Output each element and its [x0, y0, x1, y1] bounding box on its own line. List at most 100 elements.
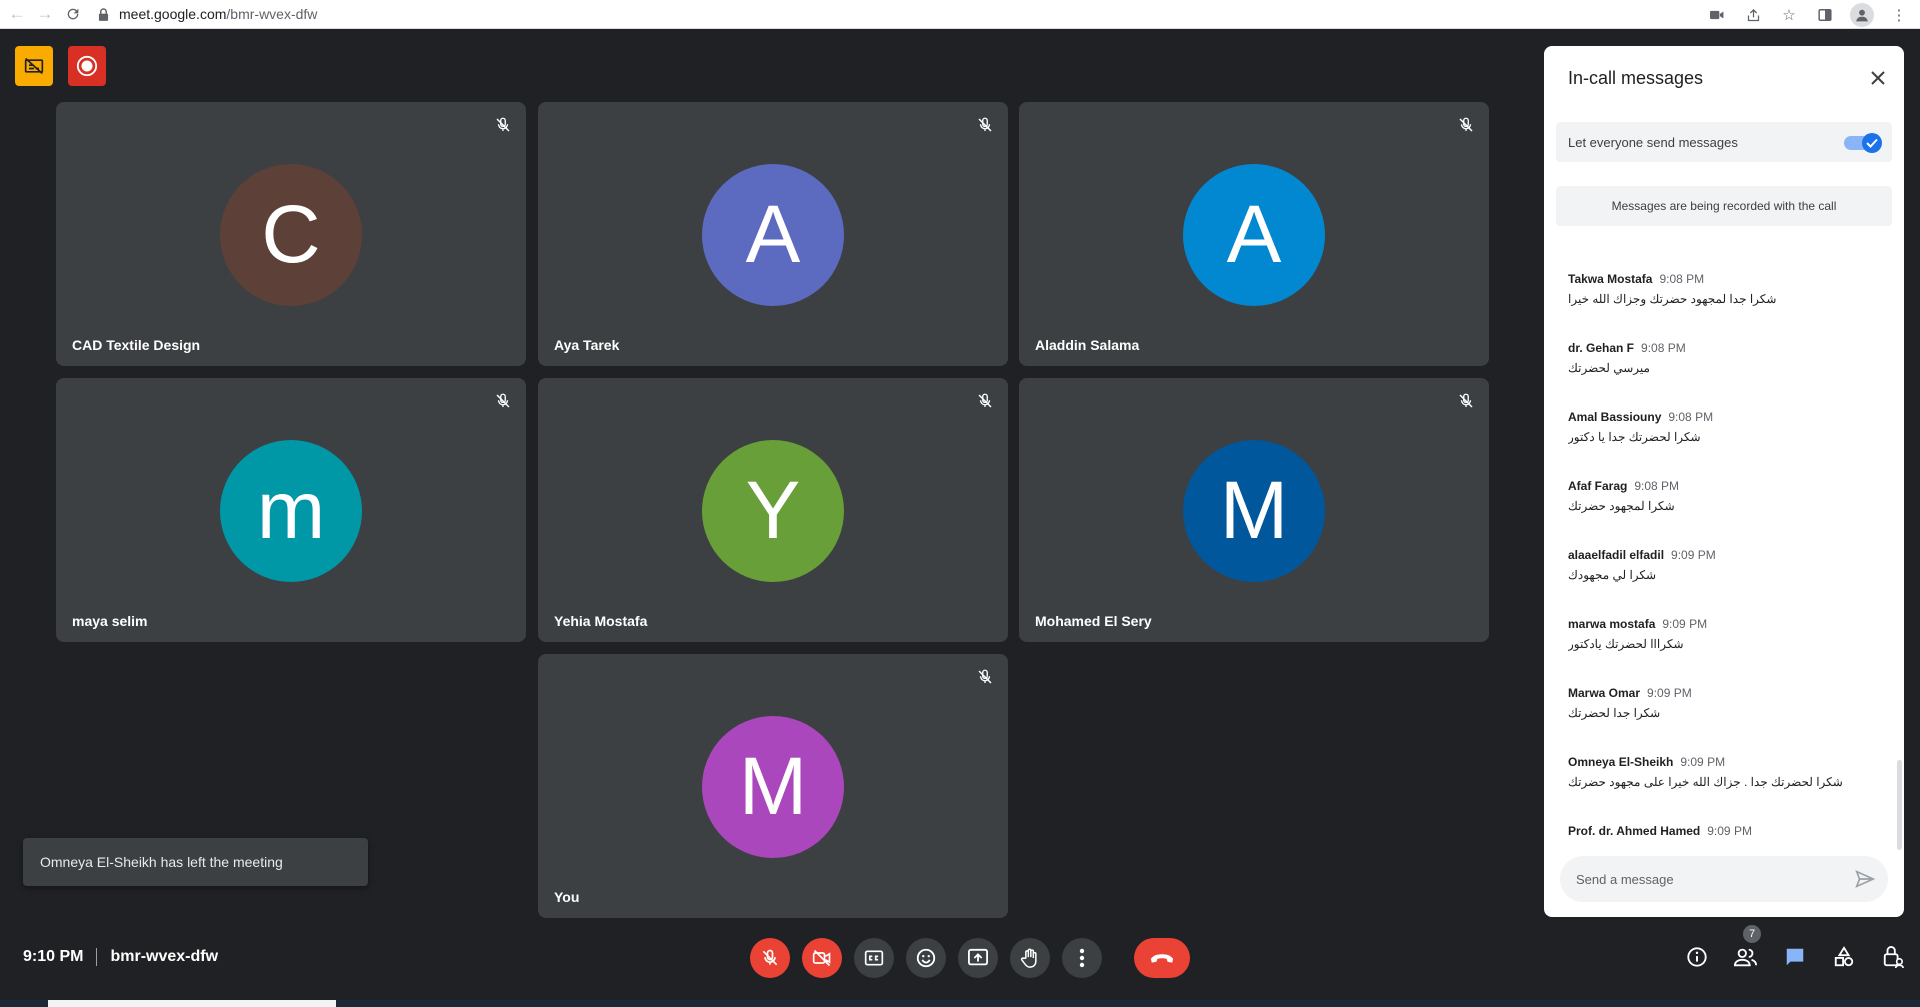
- participant-tile[interactable]: M Mohamed El Sery: [1019, 378, 1489, 642]
- message-text: شكرا جدا لحضرتك: [1568, 706, 1661, 720]
- chat-button[interactable]: [1782, 944, 1808, 970]
- notification-toast: Omneya El-Sheikh has left the meeting: [23, 838, 368, 886]
- self-tile[interactable]: M You: [538, 654, 1008, 918]
- message-text: شكرا لمجهود حضرتك: [1568, 499, 1675, 513]
- forward-arrow-icon[interactable]: →: [34, 3, 56, 25]
- share-icon[interactable]: [1742, 4, 1764, 26]
- avatar: A: [702, 164, 844, 306]
- camera-toggle-button[interactable]: [802, 938, 842, 978]
- meeting-tools: 7: [1684, 925, 1906, 970]
- mic-off-icon: [496, 117, 510, 132]
- mic-off-icon: [1459, 393, 1473, 408]
- close-panel-button[interactable]: [1866, 66, 1890, 90]
- message-header: Afaf Farag 9:08 PM: [1568, 479, 1888, 493]
- reload-icon[interactable]: [62, 3, 84, 25]
- avatar: C: [220, 164, 362, 306]
- call-controls: [750, 938, 1202, 978]
- activities-icon: [1834, 946, 1854, 967]
- message-sender: Afaf Farag: [1568, 479, 1628, 493]
- participant-tile[interactable]: A Aya Tarek: [538, 102, 1008, 366]
- more-vert-icon: [1079, 948, 1085, 968]
- close-icon: [1871, 71, 1885, 85]
- participant-tile[interactable]: C CAD Textile Design: [56, 102, 526, 366]
- meeting-details-button[interactable]: [1684, 944, 1710, 970]
- participant-count-badge: 7: [1743, 925, 1761, 943]
- message-text: شكرا لحضرتك جدا . جزاك الله خيرا على مجه…: [1568, 775, 1843, 789]
- profile-icon[interactable]: [1850, 3, 1874, 27]
- avatar: Y: [702, 440, 844, 582]
- message-list-scrollbar[interactable]: [1897, 760, 1902, 850]
- list-item: Amal Bassiouny 9:08 PM شكرا لحضرتك جدا يا…: [1568, 410, 1888, 479]
- list-item: dr. Gehan F 9:08 PM ميرسي لحضرتك: [1568, 341, 1888, 410]
- message-time: 9:09 PM: [1647, 686, 1692, 700]
- avatar: M: [702, 716, 844, 858]
- message-time: 9:08 PM: [1634, 479, 1680, 493]
- activities-button[interactable]: [1831, 944, 1857, 970]
- people-icon: [1734, 948, 1758, 967]
- list-item: Afaf Farag 9:08 PM شكرا لمجهود حضرتك: [1568, 479, 1888, 548]
- captions-off-badge[interactable]: [15, 46, 53, 86]
- panel-title: In-call messages: [1568, 68, 1704, 88]
- lock-icon: [98, 7, 109, 21]
- message-sender: Prof. dr. Ahmed Hamed: [1568, 824, 1701, 838]
- bookmark-star-icon[interactable]: ☆: [1778, 4, 1800, 26]
- avatar: m: [220, 440, 362, 582]
- participant-name: You: [554, 889, 580, 905]
- toggle-knob: [1862, 133, 1882, 153]
- message-sender: Marwa Omar: [1568, 686, 1641, 700]
- side-panel-icon[interactable]: [1814, 4, 1836, 26]
- host-controls-button[interactable]: [1880, 944, 1906, 970]
- participant-name: Aya Tarek: [554, 337, 620, 353]
- address-bar[interactable]: meet.google.com/bmr-wvex-dfw: [98, 3, 317, 25]
- message-header: Omneya El-Sheikh 9:09 PM: [1568, 755, 1888, 769]
- send-icon[interactable]: [1854, 868, 1876, 890]
- people-button[interactable]: 7: [1733, 925, 1761, 970]
- let-everyone-send-row: Let everyone send messages: [1556, 122, 1892, 162]
- recording-note: Messages are being recorded with the cal…: [1556, 186, 1892, 226]
- participant-tile[interactable]: A Aladdin Salama: [1019, 102, 1489, 366]
- mic-off-icon: [496, 393, 510, 408]
- meeting-code[interactable]: bmr-wvex-dfw: [110, 948, 218, 966]
- hand-icon: [1020, 948, 1037, 968]
- recording-badge[interactable]: [68, 46, 106, 86]
- let-everyone-send-toggle[interactable]: [1844, 133, 1882, 153]
- record-icon: [76, 55, 98, 77]
- message-sender: Omneya El-Sheikh: [1568, 755, 1674, 769]
- message-header: Marwa Omar 9:09 PM: [1568, 686, 1888, 700]
- message-header: alaaelfadil elfadil 9:09 PM: [1568, 548, 1888, 562]
- leave-call-button[interactable]: [1134, 938, 1190, 978]
- participant-tile[interactable]: m maya selim: [56, 378, 526, 642]
- url-path: /bmr-wvex-dfw: [226, 6, 318, 22]
- more-options-button[interactable]: [1062, 938, 1102, 978]
- reactions-button[interactable]: [906, 938, 946, 978]
- send-message-input[interactable]: [1576, 871, 1836, 887]
- divider: [96, 948, 98, 966]
- message-time: 9:08 PM: [1668, 410, 1714, 424]
- message-time: 9:09 PM: [1680, 755, 1726, 769]
- participant-name: CAD Textile Design: [72, 337, 201, 353]
- message-header: Amal Bassiouny 9:08 PM: [1568, 410, 1888, 424]
- check-icon: [1866, 138, 1878, 148]
- back-arrow-icon[interactable]: ←: [6, 3, 28, 25]
- captions-icon: [864, 950, 884, 966]
- mic-off-icon: [762, 949, 778, 966]
- more-vert-icon[interactable]: ⋮: [1888, 4, 1910, 26]
- message-list[interactable]: Takwa Mostafa 9:08 PM شكرا جدا لمجهود حضر…: [1568, 272, 1888, 890]
- message-sender: Amal Bassiouny: [1568, 410, 1662, 424]
- chat-icon: [1786, 948, 1804, 966]
- participant-name: Yehia Mostafa: [554, 613, 648, 629]
- list-item: Omneya El-Sheikh 9:09 PM شكرا لحضرتك جدا …: [1568, 755, 1888, 824]
- mic-toggle-button[interactable]: [750, 938, 790, 978]
- meeting-time: 9:10 PM: [23, 948, 84, 965]
- message-header: marwa mostafa 9:09 PM: [1568, 617, 1888, 631]
- end-call-icon: [1150, 954, 1174, 963]
- camera-in-use-icon[interactable]: [1706, 4, 1728, 26]
- present-screen-button[interactable]: [958, 938, 998, 978]
- message-header: Takwa Mostafa 9:08 PM: [1568, 272, 1888, 286]
- participant-tile[interactable]: Y Yehia Mostafa: [538, 378, 1008, 642]
- participant-name: maya selim: [72, 613, 148, 629]
- raise-hand-button[interactable]: [1010, 938, 1050, 978]
- url-host: meet.google.com: [119, 6, 227, 22]
- message-sender: alaaelfadil elfadil: [1568, 548, 1665, 562]
- captions-button[interactable]: [854, 938, 894, 978]
